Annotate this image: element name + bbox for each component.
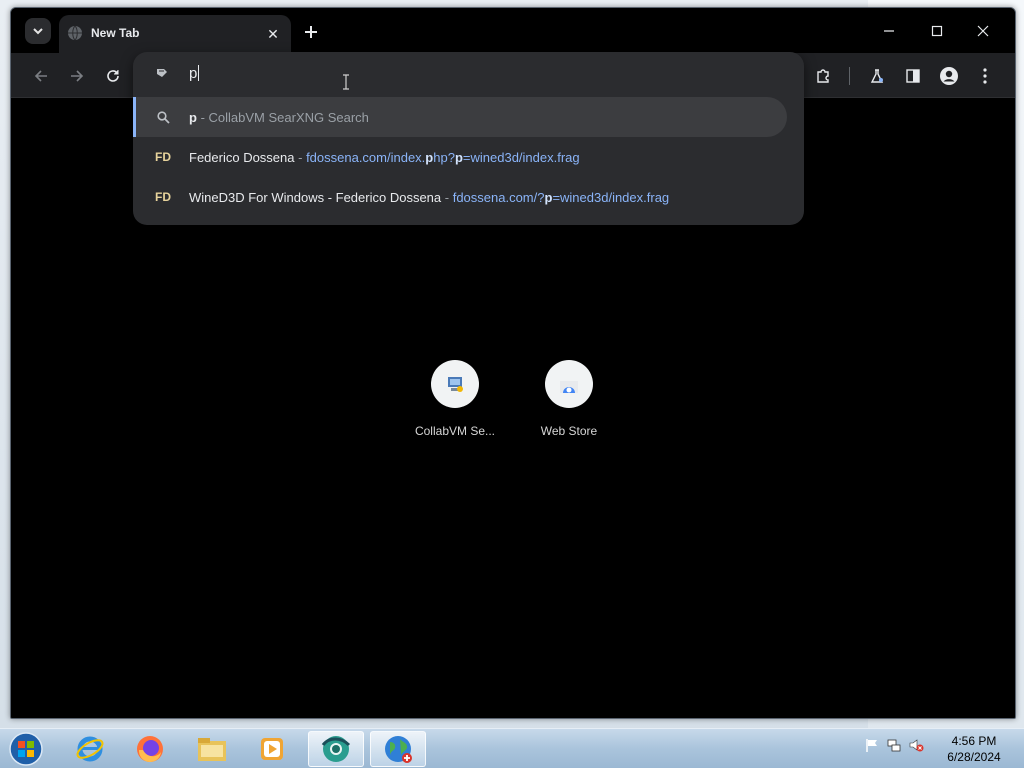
- profile-button[interactable]: [937, 64, 961, 88]
- plus-icon: [305, 26, 317, 38]
- shortcut-label: CollabVM Se...: [414, 424, 496, 438]
- kebab-menu-icon: [983, 68, 987, 84]
- clock-time: 4:56 PM: [951, 734, 997, 748]
- suggestion-history[interactable]: FD Federico Dossena - fdossena.com/index…: [133, 137, 804, 177]
- taskbar-chrome-dev[interactable]: [308, 731, 364, 767]
- back-button[interactable]: [29, 64, 53, 88]
- tab-search-button[interactable]: [25, 18, 51, 44]
- shortcut-label: Web Store: [540, 424, 598, 438]
- web-store-icon: [560, 381, 578, 393]
- tab-strip: New Tab ✕: [11, 8, 1015, 53]
- shortcut-collabvm[interactable]: CollabVM Se...: [399, 360, 511, 438]
- collabvm-icon: [448, 377, 463, 392]
- taskbar: 4:56 PM 6/28/2024: [0, 728, 1024, 768]
- ibeam-cursor-icon: [341, 74, 351, 90]
- suggestion-text: Federico Dossena - fdossena.com/index.ph…: [189, 150, 580, 165]
- close-icon: [977, 25, 989, 37]
- minimize-icon: [884, 30, 894, 32]
- selection-indicator: [133, 97, 136, 137]
- menu-button[interactable]: [973, 64, 997, 88]
- system-tray: [864, 737, 924, 761]
- extensions-button[interactable]: [811, 64, 835, 88]
- close-window-button[interactable]: [961, 16, 1005, 46]
- omnibox-dropdown: p p - CollabVM SearXNG Search FD Federic…: [133, 52, 804, 225]
- taskbar-media-player[interactable]: [244, 731, 300, 767]
- shortcut-icon-circle: [545, 360, 593, 408]
- forward-button[interactable]: [65, 64, 89, 88]
- internet-explorer-icon: [76, 736, 104, 762]
- firefox-icon: [137, 736, 163, 763]
- arrow-left-icon: [34, 70, 47, 82]
- system-clock[interactable]: 4:56 PM 6/28/2024: [936, 733, 1012, 765]
- avatar-icon: [940, 67, 958, 85]
- maximize-button[interactable]: [915, 16, 959, 46]
- flask-icon: [870, 69, 884, 83]
- puzzle-icon: [817, 69, 829, 83]
- search-icon: [155, 109, 171, 125]
- browser-window: New Tab ✕ CollabVM Se... Web Store p p -…: [10, 7, 1016, 719]
- tab-new-tab[interactable]: New Tab ✕: [59, 15, 291, 53]
- fd-favicon-icon: FD: [155, 150, 171, 164]
- windows-start-orb-icon: [9, 732, 43, 766]
- shortcut-web-store[interactable]: Web Store: [513, 360, 625, 438]
- suggestion-history[interactable]: FD WineD3D For Windows - Federico Dossen…: [133, 177, 804, 217]
- chrome-dev-icon: [321, 736, 351, 762]
- suggestion-text: p - CollabVM SearXNG Search: [189, 110, 369, 125]
- taskbar-file-explorer[interactable]: [184, 731, 240, 767]
- suggestion-text: WineD3D For Windows - Federico Dossena -…: [189, 190, 670, 205]
- omnibox-input-row[interactable]: p: [133, 52, 804, 94]
- file-explorer-icon: [198, 738, 226, 761]
- side-panel-button[interactable]: [901, 64, 925, 88]
- omnibox-input-text[interactable]: p: [189, 65, 200, 82]
- clock-date: 6/28/2024: [947, 750, 1001, 764]
- text-caret: [198, 65, 200, 81]
- collabvm-site-icon: [157, 69, 167, 77]
- network-icon[interactable]: [886, 737, 902, 753]
- arrow-right-icon: [71, 70, 84, 82]
- maximize-icon: [931, 25, 943, 37]
- taskbar-internet-explorer[interactable]: [62, 731, 118, 767]
- fd-favicon-icon: FD: [155, 190, 171, 204]
- tab-close-icon[interactable]: ✕: [263, 24, 283, 44]
- toolbar-divider: [849, 67, 850, 85]
- new-tab-button[interactable]: [299, 20, 323, 44]
- suggestion-search[interactable]: p - CollabVM SearXNG Search: [133, 97, 787, 137]
- volume-muted-icon[interactable]: [908, 737, 924, 753]
- side-panel-icon: [906, 69, 920, 83]
- start-button[interactable]: [6, 731, 46, 767]
- reload-icon: [107, 70, 119, 82]
- taskbar-firefox[interactable]: [122, 731, 178, 767]
- labs-button[interactable]: [865, 64, 889, 88]
- action-center-flag-icon[interactable]: [864, 737, 880, 753]
- globe-favicon-icon: [68, 25, 82, 41]
- chevron-down-icon: [33, 28, 43, 35]
- minimize-button[interactable]: [867, 16, 911, 46]
- reload-button[interactable]: [101, 64, 125, 88]
- globe-icon: [385, 736, 412, 763]
- tab-title: New Tab: [91, 26, 140, 40]
- taskbar-globe-app[interactable]: [370, 731, 426, 767]
- shortcut-icon-circle: [431, 360, 479, 408]
- media-player-icon: [261, 738, 283, 760]
